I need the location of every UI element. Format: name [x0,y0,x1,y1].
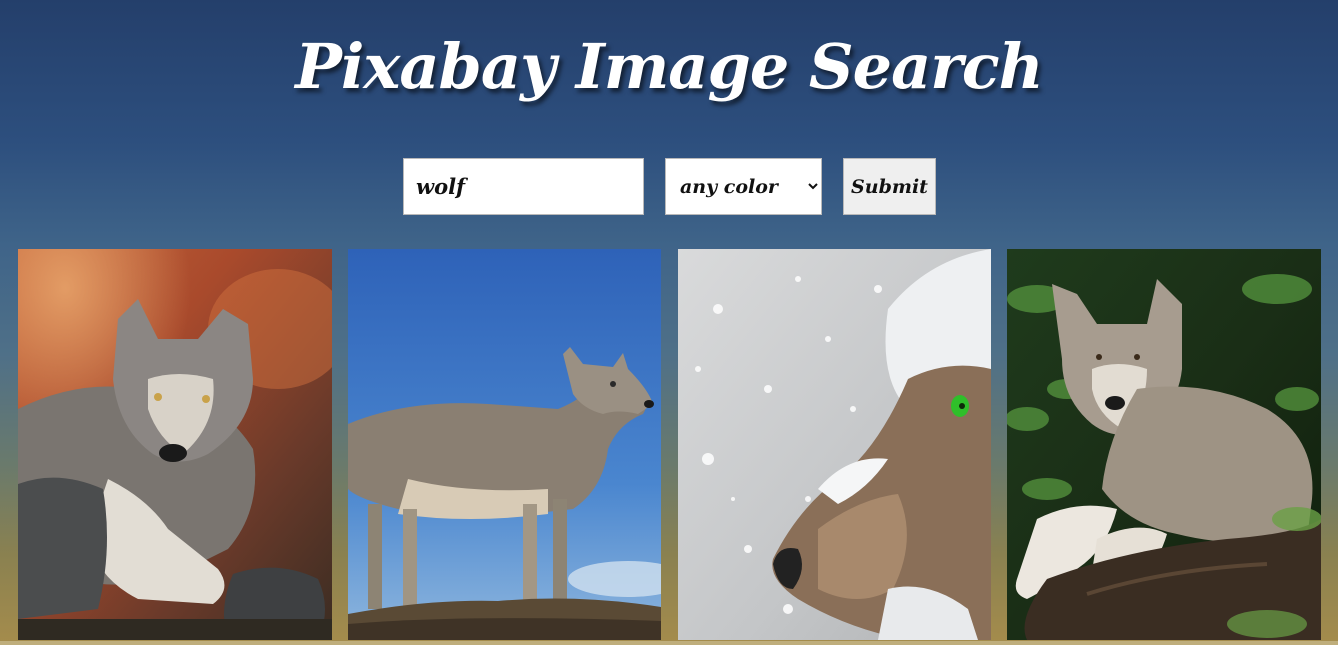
submit-button[interactable]: Submit [843,158,936,215]
result-image-1[interactable] [18,249,332,640]
result-image-3[interactable] [678,249,991,640]
wolf-image-2 [348,249,661,640]
color-select[interactable]: any color [665,158,822,215]
wolf-image-4 [1007,249,1321,640]
wolf-image-3 [678,249,991,640]
page-title: Pixabay Image Search [295,30,1044,103]
result-image-4[interactable] [1007,249,1321,640]
result-image-2[interactable] [348,249,661,640]
search-input[interactable] [403,158,644,215]
page-bottom-edge [0,641,1338,645]
wolf-image-1 [18,249,332,640]
